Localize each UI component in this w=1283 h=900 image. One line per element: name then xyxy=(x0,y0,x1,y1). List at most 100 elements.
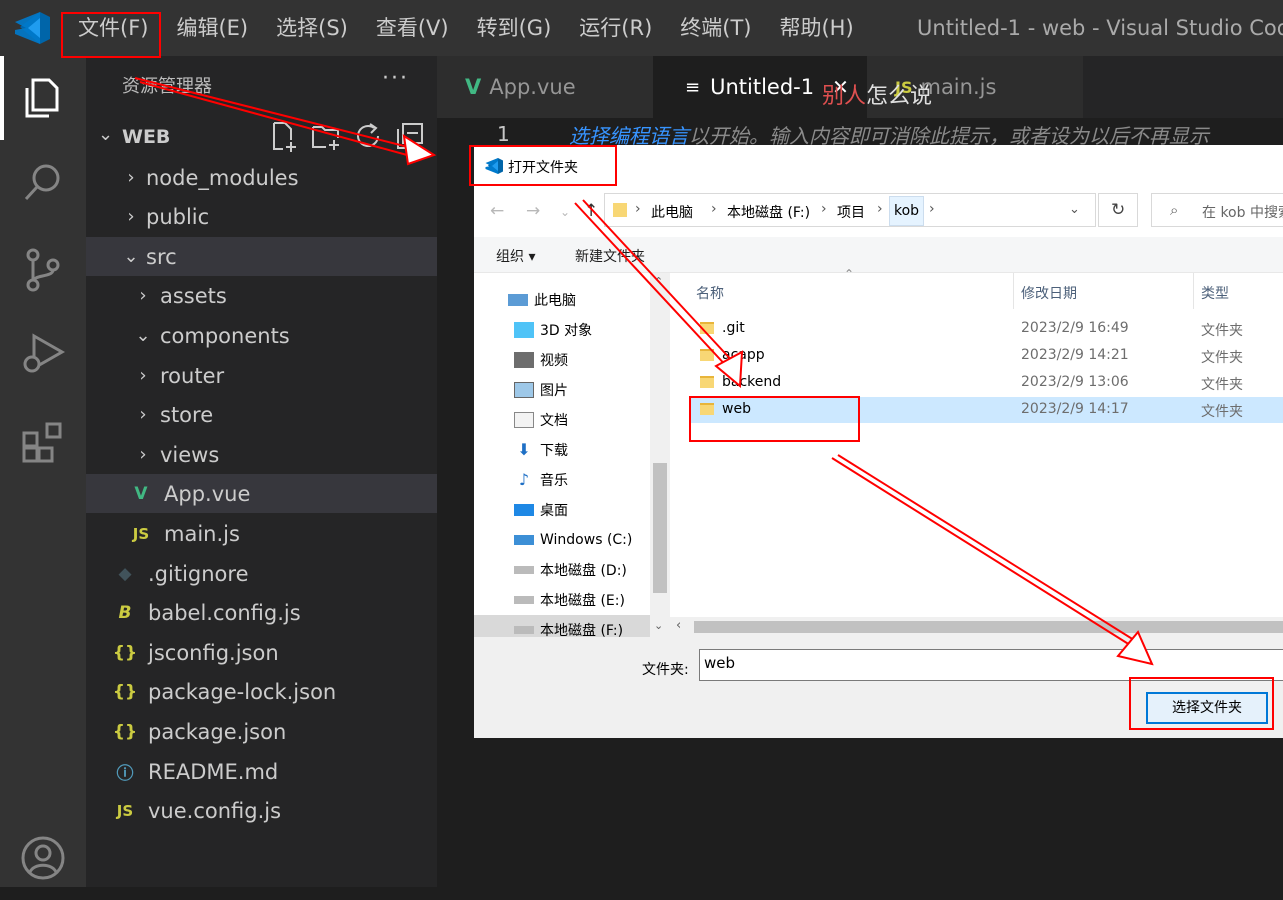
tree-file-gitignore[interactable]: ◆ .gitignore xyxy=(86,554,437,593)
new-folder-icon[interactable] xyxy=(310,120,342,152)
chevron-down-icon[interactable]: ⌄ xyxy=(1069,202,1080,217)
nav-drive-c[interactable]: Windows (C:) xyxy=(474,525,650,555)
tree-folder-store[interactable]: › store xyxy=(86,395,437,434)
menu-terminal[interactable]: 终端(T) xyxy=(666,0,765,56)
folder-name-input[interactable]: web xyxy=(699,649,1283,681)
breadcrumb-drive-f[interactable]: 本地磁盘 (F:) xyxy=(727,202,810,222)
active-indicator xyxy=(0,56,4,140)
search-icon[interactable] xyxy=(0,140,86,224)
back-arrow-icon[interactable]: ← xyxy=(490,201,504,221)
file-row-acapp[interactable]: acapp 2023/2/9 14:21 文件夹 xyxy=(690,343,1283,369)
more-actions-icon[interactable]: ··· xyxy=(382,66,409,91)
tree-file-app-vue[interactable]: V App.vue xyxy=(86,474,437,513)
column-modified[interactable]: 修改日期 xyxy=(1021,283,1077,303)
file-row-web[interactable]: web 2023/2/9 14:17 文件夹 xyxy=(690,397,1283,423)
nav-scrollbar[interactable]: ⌃ ⌄ xyxy=(650,273,670,637)
tree-file-package-json[interactable]: {} package.json xyxy=(86,712,437,751)
tree-folder-node-modules[interactable]: › node_modules xyxy=(86,158,437,197)
vue-file-icon: V xyxy=(134,483,148,504)
workspace-section-header[interactable]: ⌄ WEB xyxy=(86,118,437,156)
tree-file-babel-config[interactable]: Bbabel.config.js xyxy=(86,593,437,632)
tree-file-package-lock[interactable]: {} package-lock.json xyxy=(86,672,437,711)
nav-this-pc[interactable]: 此电脑 xyxy=(474,285,650,315)
refresh-icon[interactable] xyxy=(352,120,384,152)
refresh-button[interactable]: ↻ xyxy=(1098,193,1138,227)
nav-documents[interactable]: 文档 xyxy=(474,405,650,435)
scroll-left-icon[interactable]: ‹ xyxy=(676,618,681,633)
tree-folder-public[interactable]: › public xyxy=(86,197,437,236)
tree-label: views xyxy=(160,442,220,467)
scroll-down-icon[interactable]: ⌄ xyxy=(654,619,663,632)
scrollbar-thumb[interactable] xyxy=(653,463,667,593)
run-debug-icon[interactable] xyxy=(0,312,86,396)
folder-icon xyxy=(613,203,627,217)
nav-drive-e[interactable]: 本地磁盘 (E:) xyxy=(474,585,650,615)
tab-app-vue[interactable]: V App.vue xyxy=(437,56,653,118)
column-type[interactable]: 类型 xyxy=(1201,283,1229,303)
new-file-icon[interactable] xyxy=(268,120,300,152)
scrollbar-thumb[interactable] xyxy=(694,621,1283,633)
column-name[interactable]: 名称 xyxy=(696,283,724,303)
tree-folder-src[interactable]: ⌄ src xyxy=(86,237,437,276)
tree-folder-assets[interactable]: › assets xyxy=(86,276,437,315)
menu-selection[interactable]: 选择(S) xyxy=(262,0,362,56)
file-date: 2023/2/9 14:21 xyxy=(1021,347,1129,363)
source-control-icon[interactable] xyxy=(0,228,86,312)
menu-go[interactable]: 转到(G) xyxy=(463,0,566,56)
text-file-icon: ≡ xyxy=(685,76,701,98)
nav-videos[interactable]: 视频 xyxy=(474,345,650,375)
nav-desktop[interactable]: 桌面 xyxy=(474,495,650,525)
file-type: 文件夹 xyxy=(1201,404,1243,420)
account-icon[interactable] xyxy=(0,816,86,900)
column-divider[interactable] xyxy=(1013,273,1014,309)
new-folder-button[interactable]: 新建文件夹 xyxy=(575,246,645,266)
nav-music[interactable]: ♪ 音乐 xyxy=(474,465,650,495)
menu-help[interactable]: 帮助(H) xyxy=(765,0,867,56)
tree-file-main-js[interactable]: JS main.js xyxy=(86,514,437,553)
folder-icon xyxy=(700,349,714,361)
file-row-backend[interactable]: backend 2023/2/9 13:06 文件夹 xyxy=(690,370,1283,396)
breadcrumb-projects[interactable]: 项目 xyxy=(837,202,865,222)
tree-file-jsconfig[interactable]: {} jsconfig.json xyxy=(86,633,437,672)
explorer-icon[interactable] xyxy=(0,56,86,140)
nav-3d-objects[interactable]: 3D 对象 xyxy=(474,315,650,345)
tree-label: README.md xyxy=(148,759,279,784)
tree-label: package-lock.json xyxy=(148,679,337,704)
menu-file[interactable]: 文件(F) xyxy=(64,0,162,56)
tree-folder-components[interactable]: ⌄ components xyxy=(86,316,437,355)
up-arrow-icon[interactable]: ↑ xyxy=(584,201,598,221)
chevron-right-icon: › xyxy=(127,206,135,227)
tree-file-readme[interactable]: ⓘ README.md xyxy=(86,752,437,791)
breadcrumb-this-pc[interactable]: 此电脑 xyxy=(651,202,693,222)
folder-icon xyxy=(700,376,714,388)
nav-drive-d[interactable]: 本地磁盘 (D:) xyxy=(474,555,650,585)
search-icon: ⌕ xyxy=(1170,201,1179,219)
select-folder-button[interactable]: 选择文件夹 xyxy=(1146,692,1268,724)
nav-pictures[interactable]: 图片 xyxy=(474,375,650,405)
address-bar[interactable]: › 此电脑 › 本地磁盘 (F:) › 项目 › kob › ⌄ xyxy=(604,193,1096,227)
file-row-git[interactable]: .git 2023/2/9 16:49 文件夹 xyxy=(690,316,1283,342)
drive-icon xyxy=(514,596,534,604)
menu-edit[interactable]: 编辑(E) xyxy=(162,0,262,56)
search-input[interactable]: ⌕ 在 kob 中搜索 xyxy=(1151,193,1283,227)
organize-button[interactable]: 组织 ▾ xyxy=(496,246,535,266)
scroll-up-icon[interactable]: ⌃ xyxy=(654,275,663,288)
tree-folder-views[interactable]: › views xyxy=(86,435,437,474)
horizontal-scrollbar[interactable]: ‹ xyxy=(670,617,1283,637)
git-file-icon: ◆ xyxy=(118,563,132,584)
extensions-icon[interactable] xyxy=(0,400,86,484)
tree-folder-router[interactable]: › router xyxy=(86,356,437,395)
tree-label: src xyxy=(146,244,177,269)
tree-file-vue-config[interactable]: JS vue.config.js xyxy=(86,791,437,830)
chevron-right-icon: › xyxy=(139,285,147,306)
info-file-icon: ⓘ xyxy=(116,764,134,784)
recent-locations-icon[interactable]: ⌄ xyxy=(560,205,570,219)
menu-view[interactable]: 查看(V) xyxy=(362,0,463,56)
collapse-all-icon[interactable] xyxy=(394,120,426,152)
breadcrumb-kob[interactable]: kob xyxy=(889,196,925,226)
menu-run[interactable]: 运行(R) xyxy=(565,0,666,56)
column-divider[interactable] xyxy=(1193,273,1194,309)
forward-arrow-icon[interactable]: → xyxy=(526,201,540,221)
title-bar: 文件(F) 编辑(E) 选择(S) 查看(V) 转到(G) 运行(R) 终端(T… xyxy=(0,0,1283,56)
nav-downloads[interactable]: ⬇ 下载 xyxy=(474,435,650,465)
